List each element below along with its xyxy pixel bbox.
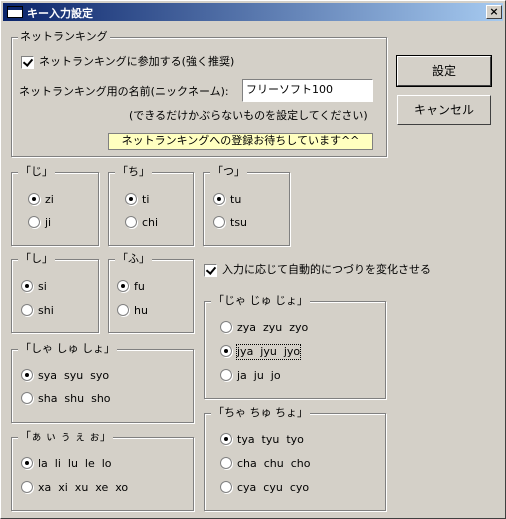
chi-group: 「ち」 [108,165,194,246]
cha-radio-cya[interactable] [220,481,232,493]
fu-radio-hu[interactable] [117,304,129,316]
key-input-settings-window: キー入力設定 × ネットランキング ネットランキングに参加する(強く推奨) ネッ… [0,0,506,519]
ji-option-ji[interactable]: ji [45,216,51,230]
chi-radio-chi[interactable] [125,216,137,228]
participate-checkbox[interactable] [21,56,34,69]
ja-radio-zya[interactable] [220,321,232,333]
shi-group: 「し」 [11,252,99,333]
ranking-status-text: ネットランキングへの登録お待ちしています^^ [108,133,373,150]
fu-radio-fu[interactable] [117,280,129,292]
cancel-button[interactable]: キャンセル [397,95,491,125]
ja-option-zya[interactable]: zya zyu zyo [237,321,308,335]
shi-group-label: 「し」 [18,252,55,266]
title-bar[interactable]: キー入力設定 × [3,3,503,21]
cha-option-tya[interactable]: tya tyu tyo [237,433,304,447]
sha-option-sha[interactable]: sha shu sho [38,392,111,406]
tsu-radio-tsu[interactable] [213,216,225,228]
small-vowel-option-xa[interactable]: xa xi xu xe xo [38,481,128,495]
shi-option-si[interactable]: si [38,280,47,294]
ja-option-ja[interactable]: ja ju jo [237,369,281,383]
ji-group: 「じ」 [11,165,99,246]
sha-radio-sya[interactable] [21,369,33,381]
fu-group-label: 「ふ」 [115,252,152,266]
participate-label[interactable]: ネットランキングに参加する(強く推奨) [39,55,234,69]
ji-radio-ji[interactable] [28,216,40,228]
shi-option-shi[interactable]: shi [38,304,54,318]
tsu-group: 「つ」 [203,165,290,246]
ja-option-jya[interactable]: jya jyu jyo [235,344,302,360]
small-vowel-group: 「ぁ ぃ ぅ ぇ ぉ」 [11,430,194,511]
fu-group: 「ふ」 [108,252,194,333]
tsu-option-tsu[interactable]: tsu [230,216,247,230]
sha-group: 「しゃ しゅ しょ」 [11,342,194,423]
small-vowel-radio-xa[interactable] [21,481,33,493]
ok-button[interactable]: 設定 [396,55,492,87]
nickname-hint: (できるだけかぶらないものを設定してください) [129,109,368,122]
shi-radio-shi[interactable] [21,304,33,316]
window-app-icon [7,6,23,18]
shi-radio-si[interactable] [21,280,33,292]
ja-radio-jya[interactable] [220,345,232,357]
cha-radio-tya[interactable] [220,433,232,445]
net-ranking-group-label: ネットランキング [18,30,110,44]
small-vowel-group-label: 「ぁ ぃ ぅ ぇ ぉ」 [18,430,113,444]
close-button[interactable]: × [486,5,502,19]
chi-option-ti[interactable]: ti [142,193,149,207]
sha-group-label: 「しゃ しゅ しょ」 [18,342,117,356]
ji-option-zi[interactable]: zi [45,193,54,207]
tsu-radio-tu[interactable] [213,193,225,205]
auto-adjust-label[interactable]: 入力に応じて自動的につづりを変化させる [222,263,431,277]
cha-option-cya[interactable]: cya cyu cyo [237,481,309,495]
window-title: キー入力設定 [27,7,93,20]
sha-radio-sha[interactable] [21,392,33,404]
cha-radio-cha[interactable] [220,457,232,469]
fu-option-fu[interactable]: fu [134,280,145,294]
small-vowel-option-la[interactable]: la li lu le lo [38,457,112,471]
ja-group-label: 「じゃ じゅ じょ」 [211,294,310,308]
ja-radio-ja[interactable] [220,369,232,381]
chi-radio-ti[interactable] [125,193,137,205]
ji-group-label: 「じ」 [18,165,55,179]
auto-adjust-checkbox[interactable] [204,264,217,277]
chi-option-chi[interactable]: chi [142,216,158,230]
sha-option-sya[interactable]: sya syu syo [38,369,109,383]
tsu-group-label: 「つ」 [210,165,247,179]
cha-option-cha[interactable]: cha chu cho [237,457,311,471]
cha-group-label: 「ちゃ ちゅ ちょ」 [211,406,310,420]
small-vowel-radio-la[interactable] [21,457,33,469]
tsu-option-tu[interactable]: tu [230,193,241,207]
chi-group-label: 「ち」 [115,165,152,179]
nickname-input[interactable]: フリーソフト100 [242,79,373,102]
fu-option-hu[interactable]: hu [134,304,148,318]
ji-radio-zi[interactable] [28,193,40,205]
nickname-label: ネットランキング用の名前(ニックネーム): [19,85,229,98]
